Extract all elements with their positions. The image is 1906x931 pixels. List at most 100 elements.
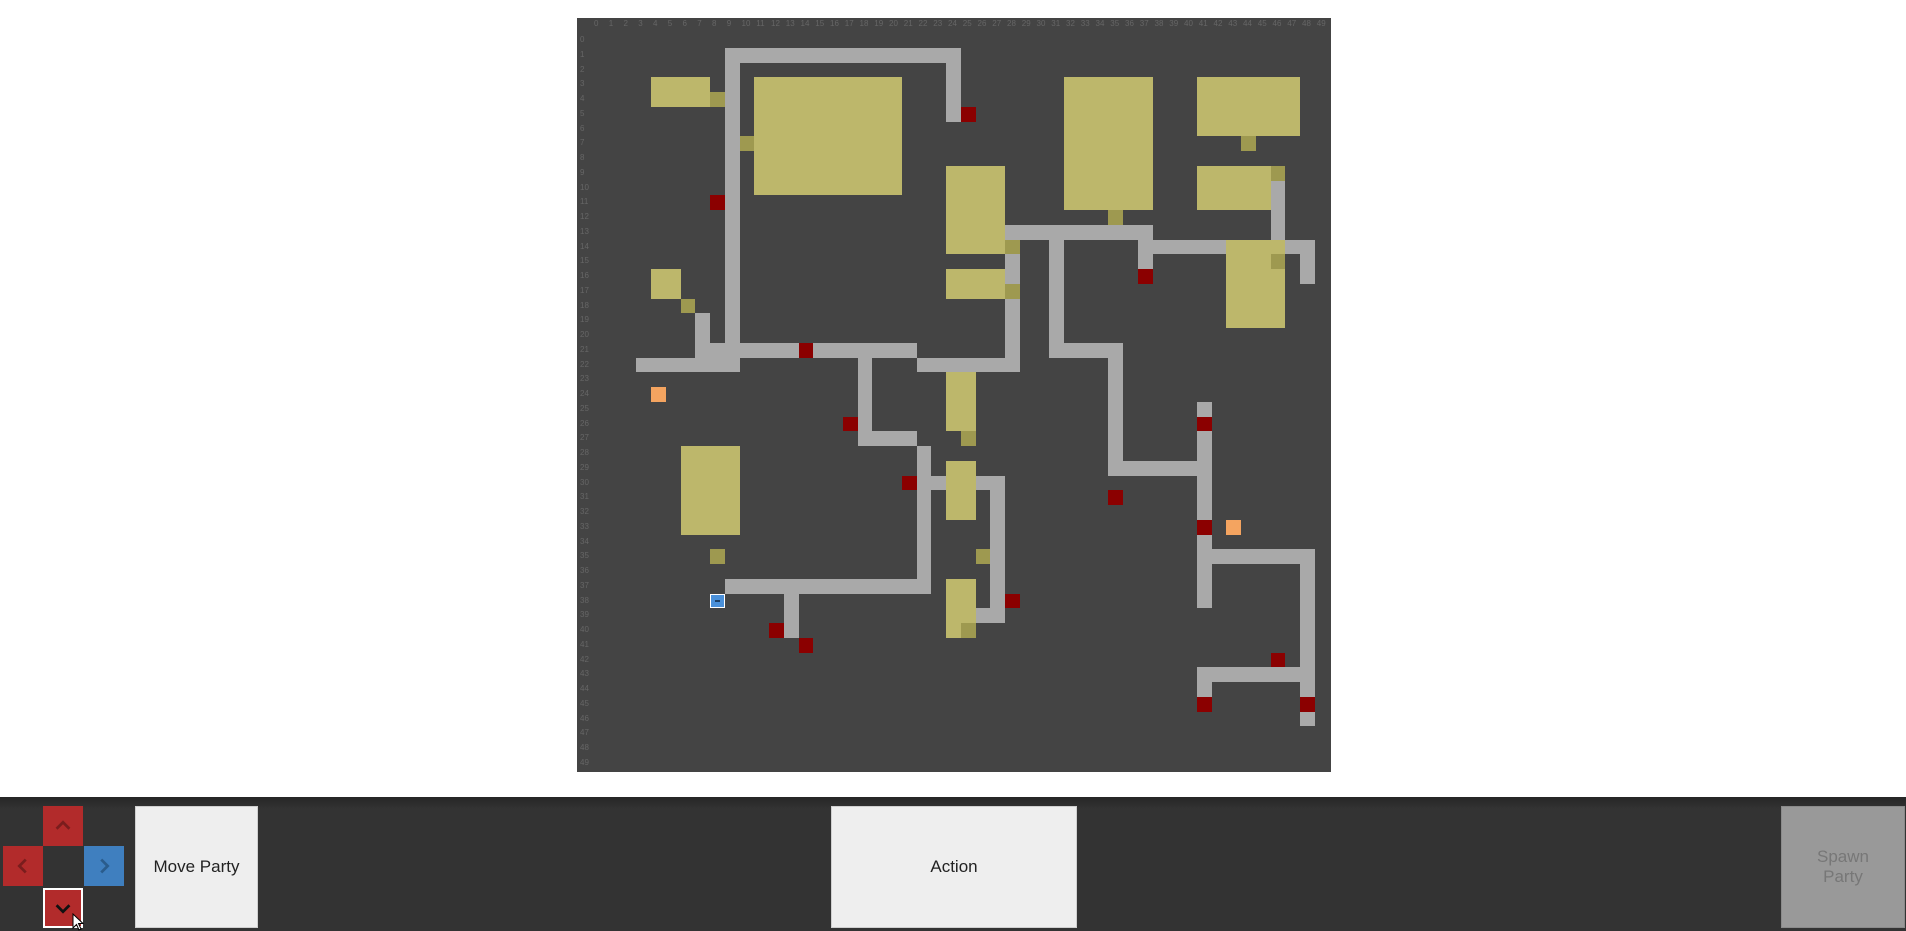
- row-label: 37: [580, 580, 589, 590]
- row-label: 43: [580, 669, 589, 679]
- row-label: 18: [580, 300, 589, 310]
- row-label: 23: [580, 374, 589, 384]
- column-label: 29: [1021, 19, 1031, 28]
- enemy-marker: [1270, 652, 1286, 668]
- column-label: 15: [815, 19, 825, 28]
- door: [739, 136, 755, 151]
- player-icon: [710, 593, 725, 609]
- door: [1270, 254, 1286, 269]
- enemy-marker: [1137, 269, 1153, 284]
- corridor: [724, 62, 740, 358]
- enemy-marker: [1196, 519, 1212, 535]
- column-label: 3: [638, 19, 643, 28]
- dpad-center: [43, 846, 83, 886]
- chevron-left-icon: [17, 858, 27, 874]
- corridor: [1123, 460, 1197, 476]
- column-label: 12: [771, 19, 780, 28]
- column-label: 43: [1228, 19, 1238, 28]
- column-label: 7: [697, 19, 702, 28]
- player-marker-dot: [715, 599, 720, 602]
- row-label: 32: [580, 507, 589, 516]
- room: [1226, 239, 1286, 328]
- corridor: [1137, 239, 1153, 269]
- row-label: 48: [580, 743, 589, 752]
- row-label: 44: [580, 684, 589, 693]
- column-label: 21: [903, 19, 913, 28]
- row-label: 47: [580, 728, 589, 738]
- door: [1270, 165, 1286, 181]
- row-label: 15: [580, 256, 589, 266]
- door: [975, 549, 991, 564]
- row-label: 24: [580, 389, 589, 398]
- row-label: 26: [580, 418, 589, 428]
- column-label: 5: [667, 19, 673, 28]
- row-label: 5: [580, 108, 585, 118]
- corridor: [695, 313, 710, 358]
- enemy-marker: [1196, 416, 1212, 432]
- move-up-button[interactable]: [43, 806, 83, 846]
- room: [651, 269, 681, 299]
- spawn-party-button[interactable]: Spawn Party: [1781, 806, 1905, 928]
- column-label: 48: [1302, 19, 1311, 28]
- corridor: [857, 431, 917, 446]
- column-label: 40: [1184, 19, 1193, 28]
- enemy-marker: [710, 195, 725, 210]
- row-label: 19: [580, 315, 589, 325]
- row-label: 36: [580, 566, 589, 575]
- room: [946, 372, 976, 432]
- row-label: 31: [580, 492, 589, 502]
- row-label: 1: [580, 49, 585, 59]
- corridor: [710, 342, 917, 358]
- column-label: 1: [608, 19, 614, 28]
- room: [946, 460, 976, 520]
- enemy-marker: [769, 623, 784, 638]
- corridor: [990, 475, 1005, 623]
- chevron-down-icon: [55, 904, 71, 914]
- row-label: 16: [580, 271, 589, 280]
- column-label: 45: [1257, 19, 1267, 28]
- corridor: [783, 593, 799, 638]
- column-label: 49: [1316, 19, 1326, 28]
- column-label: 33: [1080, 19, 1090, 28]
- column-label: 19: [874, 19, 884, 28]
- action-button[interactable]: Action: [831, 806, 1077, 928]
- column-label: 14: [800, 19, 810, 28]
- column-label: 20: [889, 19, 898, 28]
- corridor: [1196, 401, 1212, 609]
- column-label: 32: [1066, 19, 1075, 28]
- row-label: 41: [580, 639, 589, 649]
- item-marker: [651, 387, 666, 402]
- row-label: 29: [580, 462, 589, 472]
- row-label: 10: [580, 182, 589, 192]
- enemy-marker: [1005, 593, 1020, 609]
- row-label: 27: [580, 433, 589, 443]
- corridor: [1196, 667, 1300, 682]
- room: [1196, 165, 1271, 210]
- corridor: [887, 342, 917, 358]
- row-label: 9: [580, 167, 585, 177]
- corridor: [1108, 342, 1123, 476]
- move-party-button[interactable]: Move Party: [135, 806, 258, 928]
- row-label: 13: [580, 226, 589, 236]
- enemy-marker: [798, 342, 814, 358]
- door: [1241, 136, 1256, 151]
- corridor: [1064, 342, 1109, 358]
- column-label: 16: [830, 19, 839, 28]
- column-label: 9: [726, 19, 732, 28]
- row-label: 20: [580, 330, 589, 339]
- move-left-button[interactable]: [3, 846, 43, 886]
- corridor: [1300, 254, 1315, 284]
- corridor: [636, 357, 740, 373]
- move-right-button[interactable]: [84, 846, 124, 886]
- column-label: 42: [1213, 19, 1223, 28]
- enemy-marker: [960, 106, 976, 122]
- door: [680, 298, 696, 314]
- row-label: 7: [580, 138, 585, 148]
- row-label: 30: [580, 477, 589, 487]
- row-label: 4: [580, 94, 585, 103]
- column-label: 25: [962, 19, 972, 28]
- door: [710, 549, 725, 564]
- column-label: 46: [1272, 19, 1282, 28]
- row-label: 28: [580, 448, 589, 457]
- row-label: 33: [580, 521, 589, 531]
